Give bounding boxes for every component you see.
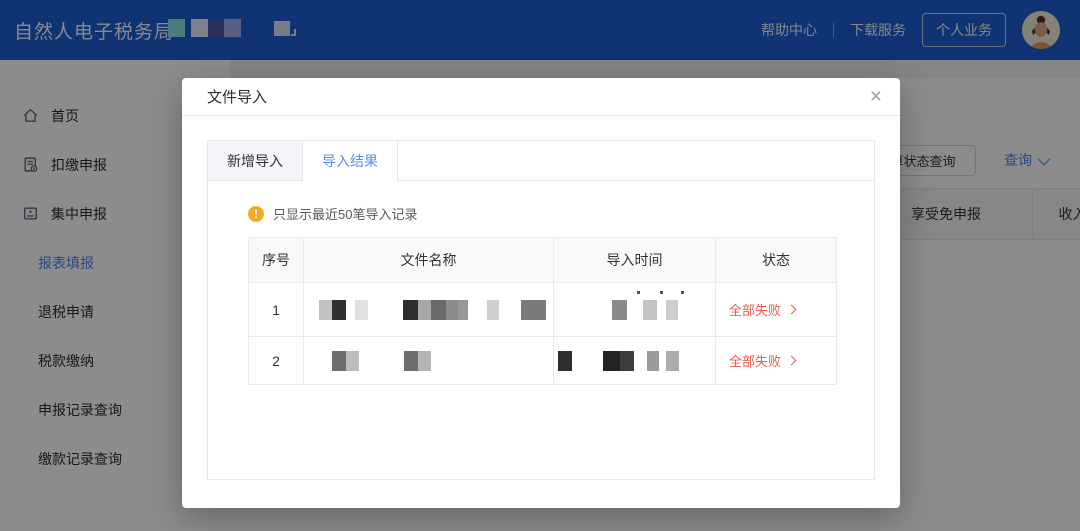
warning-icon: ! — [248, 206, 264, 222]
status-cell: 全部失败 — [716, 337, 837, 385]
import-records-table: 序号 文件名称 导入时间 状态 1 — [248, 237, 837, 385]
status-all-failed-link[interactable]: 全部失败 — [716, 300, 836, 319]
close-icon[interactable]: × — [870, 86, 882, 107]
tab-new-import[interactable]: 新增导入 — [208, 141, 303, 180]
table-header-row: 序号 文件名称 导入时间 状态 — [249, 238, 837, 283]
column-status: 状态 — [716, 238, 837, 283]
serial-number-cell: 2 — [249, 337, 304, 385]
tab-bar: 新增导入 导入结果 — [208, 141, 874, 181]
screen: 自然人电子税务局 帮助中心 下载服务 个人业务 — [0, 0, 1080, 531]
redacted-time — [554, 283, 715, 336]
column-import-time: 导入时间 — [554, 238, 716, 283]
status-text: 全部失败 — [729, 300, 781, 319]
modal-header: 文件导入 × — [182, 78, 900, 116]
table-row: 2 — [249, 337, 837, 385]
chevron-right-icon — [787, 356, 797, 366]
redacted-file-name — [304, 337, 553, 384]
import-time-cell — [554, 283, 716, 337]
modal-body: 新增导入 导入结果 ! 只显示最近50笔导入记录 序号 文件名称 — [182, 116, 900, 508]
serial-number-cell: 1 — [249, 283, 304, 337]
notice-bar: ! 只显示最近50笔导入记录 — [248, 204, 834, 223]
modal-title: 文件导入 — [207, 86, 267, 107]
file-name-cell — [304, 283, 554, 337]
file-name-cell — [304, 337, 554, 385]
status-text: 全部失败 — [729, 351, 781, 370]
column-serial-number: 序号 — [249, 238, 304, 283]
notice-text: 只显示最近50笔导入记录 — [273, 204, 417, 223]
status-cell: 全部失败 — [716, 283, 837, 337]
status-all-failed-link[interactable]: 全部失败 — [716, 351, 836, 370]
redacted-time — [554, 337, 715, 384]
import-time-cell — [554, 337, 716, 385]
import-results-content: ! 只显示最近50笔导入记录 序号 文件名称 导入时间 状态 — [208, 181, 874, 385]
column-file-name: 文件名称 — [304, 238, 554, 283]
chevron-right-icon — [787, 305, 797, 315]
tab-import-results[interactable]: 导入结果 — [303, 141, 398, 180]
redacted-file-name — [304, 283, 553, 336]
import-tab-container: 新增导入 导入结果 ! 只显示最近50笔导入记录 序号 文件名称 — [207, 140, 875, 480]
file-import-modal: 文件导入 × 新增导入 导入结果 ! 只显示最近50笔导入记录 — [182, 78, 900, 508]
table-row: 1 — [249, 283, 837, 337]
